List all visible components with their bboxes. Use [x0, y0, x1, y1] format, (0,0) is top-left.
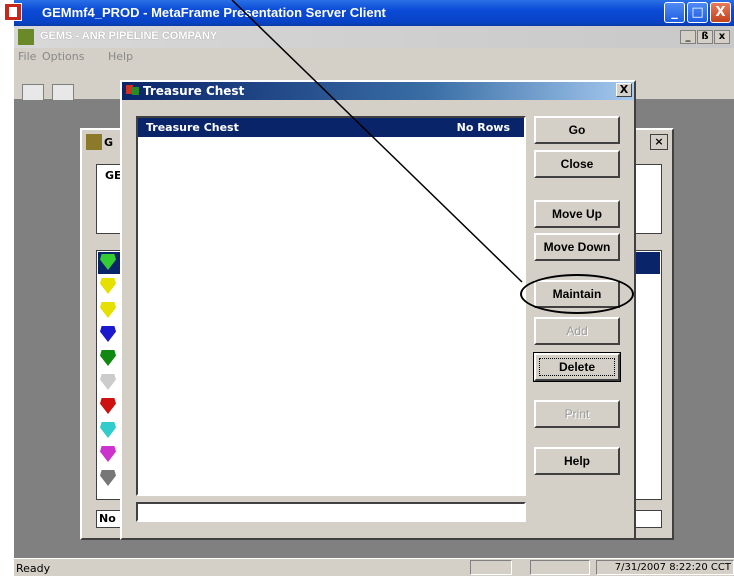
- treasure-chest-icon: [126, 83, 140, 97]
- help-button[interactable]: Help: [534, 447, 620, 475]
- background-status-text: No: [99, 512, 116, 525]
- add-button[interactable]: Add: [534, 317, 620, 345]
- minimize-button[interactable]: _: [664, 2, 685, 23]
- list-header-title: Treasure Chest: [146, 121, 239, 134]
- outer-title-bar[interactable]: GEMmf4_PROD - MetaFrame Presentation Ser…: [14, 0, 734, 26]
- gems-app-icon: [18, 29, 34, 45]
- close-window-button[interactable]: X: [710, 2, 731, 23]
- app-title: GEMS - ANR PIPELINE COMPANY: [40, 30, 218, 42]
- delete-button[interactable]: Delete: [533, 352, 621, 382]
- close-button[interactable]: Close: [534, 150, 620, 178]
- annotation-oval: [520, 274, 634, 314]
- background-window-icon: [86, 134, 102, 150]
- dialog-title: Treasure Chest: [143, 84, 245, 98]
- status-timestamp: 7/31/2007 8:22:20 CCT: [596, 560, 734, 575]
- status-ready-text: Ready: [16, 562, 51, 575]
- background-window-title: G: [104, 136, 114, 149]
- menu-help[interactable]: Help: [108, 50, 133, 63]
- list-header: Treasure Chest No Rows: [138, 118, 524, 137]
- go-button[interactable]: Go: [534, 116, 620, 144]
- background-window-close-button[interactable]: ×: [650, 134, 668, 150]
- outer-window-title: GEMmf4_PROD - MetaFrame Presentation Ser…: [42, 5, 386, 20]
- app-title-bar: GEMS - ANR PIPELINE COMPANY: [14, 26, 734, 48]
- menu-file[interactable]: File: [18, 50, 36, 63]
- mdi-restore-button[interactable]: ß: [697, 30, 713, 44]
- mdi-close-button[interactable]: x: [714, 30, 730, 44]
- status-pane: [470, 560, 512, 575]
- maximize-button[interactable]: □: [687, 2, 708, 23]
- print-button[interactable]: Print: [534, 400, 620, 428]
- dialog-close-button[interactable]: X: [616, 83, 632, 97]
- status-pane: [530, 560, 590, 575]
- mdi-minimize-button[interactable]: _: [680, 30, 696, 44]
- menu-options[interactable]: Options: [42, 50, 84, 63]
- move-up-button[interactable]: Move Up: [534, 200, 620, 228]
- menu-bar: File Options Help: [14, 48, 734, 66]
- move-down-button[interactable]: Move Down: [534, 233, 620, 261]
- list-row-count: No Rows: [456, 121, 510, 134]
- treasure-chest-list[interactable]: [136, 116, 526, 496]
- citrix-app-icon: [4, 3, 22, 21]
- dialog-bottom-field[interactable]: [136, 502, 526, 522]
